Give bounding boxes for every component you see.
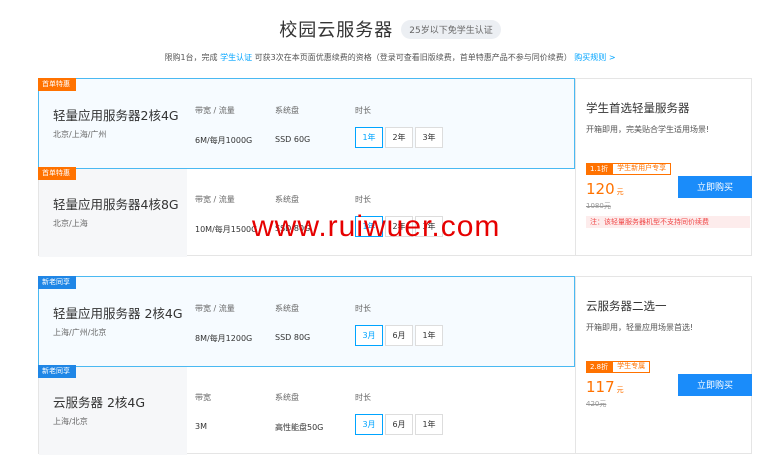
- buy-now-button[interactable]: 立即购买: [678, 176, 752, 198]
- discount-badge: 2.8折 学生专属: [586, 361, 651, 373]
- discount-label: 学生新用户专享: [612, 163, 672, 175]
- offer-subtitle: 开箱即用，轻量应用场景首选!: [586, 323, 694, 332]
- plan-card[interactable]: 新老同享 云服务器 2核4G 上海/北京 带宽 3M 系统盘 高性能盘50G 时…: [38, 365, 575, 455]
- duration-option[interactable]: 1年: [415, 414, 443, 435]
- offer-title: 云服务器二选一: [586, 299, 667, 313]
- disk-label: 系统盘: [275, 195, 299, 204]
- watermark-text: www.ruiwuer.com: [252, 210, 501, 243]
- plan-tag: 新老同享: [38, 276, 76, 289]
- plan-region: 北京/上海/广州: [53, 130, 107, 139]
- bandwidth-value: 3M: [195, 422, 207, 431]
- duration-option[interactable]: 6月: [385, 414, 413, 435]
- purchase-notice: 限购1台，完成 学生认证 可获3次在本页面优惠续费的资格（登录可查看旧版续费，首…: [164, 53, 616, 62]
- offer-panel: 云服务器二选一 开箱即用，轻量应用场景首选! 2.8折 学生专属 117 元 42…: [575, 277, 752, 453]
- plan-region: 北京/上海: [53, 219, 88, 228]
- bandwidth-value: 8M/每月1200G: [195, 334, 253, 343]
- duration-label: 时长: [355, 195, 371, 204]
- duration-option[interactable]: 3月: [355, 414, 383, 435]
- bandwidth-label: 带宽 / 流量: [195, 195, 235, 204]
- duration-label: 时长: [355, 106, 371, 115]
- plan-tag: 首单特惠: [38, 167, 76, 180]
- disk-value: 高性能盘50G: [275, 423, 324, 432]
- page-title: 校园云服务器: [279, 20, 394, 41]
- disk-value: SSD 60G: [275, 135, 311, 144]
- duration-option[interactable]: 2年: [385, 127, 413, 148]
- plan-name: 轻量应用服务器2核4G: [53, 108, 179, 123]
- discount-badge: 1.1折 学生新用户专享: [586, 163, 672, 175]
- disk-label: 系统盘: [275, 393, 299, 402]
- duration-options: 3月 6月 1年: [355, 414, 443, 435]
- discount-label: 学生专属: [612, 361, 651, 373]
- discount-rate: 1.1折: [586, 163, 613, 175]
- duration-label: 时长: [355, 393, 371, 402]
- page-header: 校园云服务器 25岁以下免学生认证 限购1台，完成 学生认证 可获3次在本页面优…: [0, 14, 780, 63]
- duration-option[interactable]: 3月: [355, 325, 383, 346]
- bandwidth-label: 带宽 / 流量: [195, 304, 235, 313]
- bandwidth-value: 6M/每月1000G: [195, 136, 253, 145]
- duration-option[interactable]: 1年: [355, 127, 383, 148]
- plan-name: 轻量应用服务器4核8G: [53, 197, 179, 212]
- plan-tag: 首单特惠: [38, 78, 76, 91]
- duration-option[interactable]: 1年: [415, 325, 443, 346]
- bandwidth-label: 带宽 / 流量: [195, 106, 235, 115]
- plan-tag: 新老同享: [38, 365, 76, 378]
- student-cloud-section: 新老同享 轻量应用服务器 2核4G 上海/广州/北京 带宽 / 流量 8M/每月…: [38, 276, 752, 455]
- offer-panel: 学生首选轻量服务器 开箱即用，完美贴合学生适用场景! 1.1折 学生新用户专享 …: [575, 79, 752, 255]
- disk-label: 系统盘: [275, 304, 299, 313]
- offer-price: 120 元: [586, 180, 624, 198]
- student-verify-link[interactable]: 学生认证: [220, 53, 252, 62]
- disk-label: 系统盘: [275, 106, 299, 115]
- bandwidth-label: 带宽: [195, 393, 211, 402]
- original-price: 1080元: [586, 202, 611, 210]
- plan-region: 上海/广州/北京: [53, 328, 107, 337]
- plan-region: 上海/北京: [53, 417, 88, 426]
- original-price: 420元: [586, 400, 607, 408]
- student-free-badge: 25岁以下免学生认证: [401, 19, 501, 39]
- plan-name: 云服务器 2核4G: [53, 395, 146, 410]
- plan-card[interactable]: 新老同享 轻量应用服务器 2核4G 上海/广州/北京 带宽 / 流量 8M/每月…: [38, 276, 575, 367]
- duration-option[interactable]: 3年: [415, 127, 443, 148]
- buy-now-button[interactable]: 立即购买: [678, 374, 752, 396]
- duration-options: 3月 6月 1年: [355, 325, 443, 346]
- renewal-note: 注：该轻量服务器机型不支持同价续费: [586, 216, 750, 228]
- disk-value: SSD 80G: [275, 333, 311, 342]
- offer-title: 学生首选轻量服务器: [586, 101, 690, 115]
- plan-card[interactable]: 首单特惠 轻量应用服务器2核4G 北京/上海/广州 带宽 / 流量 6M/每月1…: [38, 78, 575, 169]
- offer-price: 117 元: [586, 378, 624, 396]
- purchase-rules-link[interactable]: 购买规则 >: [574, 53, 615, 62]
- duration-options: 1年 2年 3年: [355, 127, 443, 148]
- plan-name: 轻量应用服务器 2核4G: [53, 306, 183, 321]
- discount-rate: 2.8折: [586, 361, 613, 373]
- duration-option[interactable]: 6月: [385, 325, 413, 346]
- offer-subtitle: 开箱即用，完美贴合学生适用场景!: [586, 125, 710, 134]
- duration-label: 时长: [355, 304, 371, 313]
- bandwidth-value: 10M/每月1500G: [195, 225, 258, 234]
